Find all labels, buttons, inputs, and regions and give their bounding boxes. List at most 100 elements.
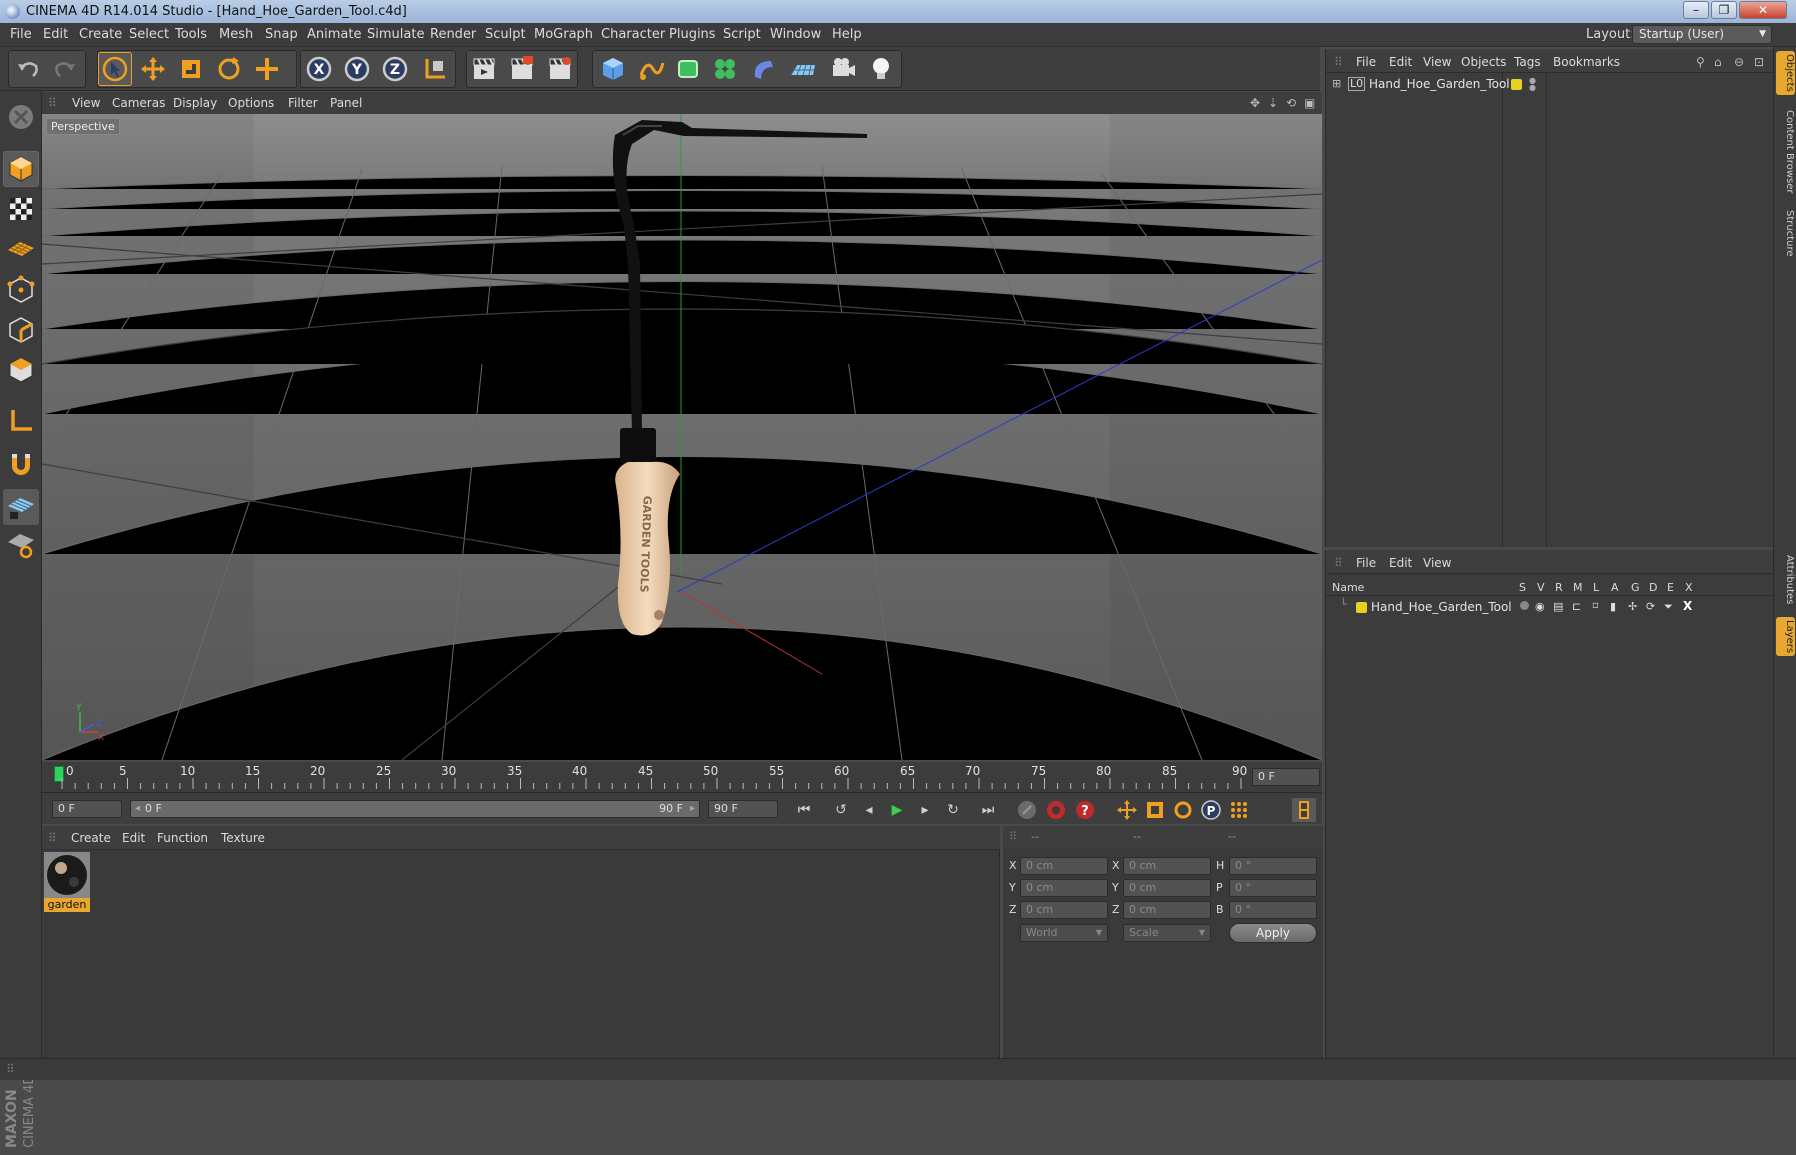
viewport-move-icon[interactable]: ✥: [1250, 96, 1260, 110]
menu-mograph[interactable]: MoGraph: [534, 27, 593, 42]
keyframe-selection-button[interactable]: ?: [1073, 798, 1097, 822]
snap-button[interactable]: [3, 447, 39, 483]
preview-range-slider[interactable]: ◂ 0 F 90 F ▸: [130, 800, 700, 818]
workplane-mode-button[interactable]: [3, 231, 39, 267]
menu-edit[interactable]: Edit: [43, 27, 68, 42]
viewport-menu-options[interactable]: Options: [228, 96, 274, 110]
xref-x-icon[interactable]: X: [1683, 599, 1692, 613]
deformer-icon[interactable]: ⟳: [1646, 600, 1655, 613]
material-menu-function[interactable]: Function: [157, 831, 208, 845]
nurbs-button[interactable]: [671, 52, 705, 86]
render-view-button[interactable]: [467, 52, 501, 86]
menu-sculpt[interactable]: Sculpt: [485, 27, 526, 42]
light-button[interactable]: [864, 52, 898, 86]
start-frame-field[interactable]: 0 F: [52, 800, 122, 818]
object-row[interactable]: ⊞ L0 Hand_Hoe_Garden_Tool ● ●: [1326, 76, 1774, 94]
collapse-icon[interactable]: ⊖: [1734, 55, 1744, 69]
menu-script[interactable]: Script: [723, 27, 761, 42]
viewport-maximize-icon[interactable]: ▣: [1304, 96, 1315, 110]
size-x-field[interactable]: 0 cm: [1123, 857, 1211, 875]
object-menu-bookmarks[interactable]: Bookmarks: [1553, 55, 1620, 69]
live-selection-button[interactable]: [98, 52, 132, 86]
rotate-button[interactable]: [212, 52, 246, 86]
material-menu-texture[interactable]: Texture: [221, 831, 265, 845]
tab-attributes[interactable]: Attributes: [1776, 552, 1795, 607]
menu-select[interactable]: Select: [129, 27, 169, 42]
expand-plus-icon[interactable]: ⊞: [1332, 77, 1341, 90]
new-view-icon[interactable]: ⊡: [1754, 55, 1764, 69]
timeline-ruler[interactable]: 0 5 10 15 20 25 30 35 40 45 50 55 60 65 …: [42, 762, 1322, 792]
x-axis-lock-button[interactable]: X: [302, 52, 336, 86]
viewport-rotate-icon[interactable]: ⟲: [1286, 96, 1296, 110]
menu-snap[interactable]: Snap: [265, 27, 298, 42]
menu-render[interactable]: Render: [430, 27, 476, 42]
key-scale-button[interactable]: [1143, 798, 1167, 822]
end-frame-field[interactable]: 90 F: [708, 800, 778, 818]
tab-objects[interactable]: Objects: [1776, 51, 1795, 95]
menu-window[interactable]: Window: [770, 27, 821, 42]
scale-button[interactable]: [174, 52, 208, 86]
texture-mode-button[interactable]: [3, 191, 39, 227]
close-button[interactable]: ✕: [1739, 1, 1787, 19]
material-swatch[interactable]: garden: [44, 852, 90, 914]
locked-workplane-button[interactable]: [3, 527, 39, 563]
key-rotation-button[interactable]: [1171, 798, 1195, 822]
generator-icon[interactable]: ✢: [1628, 600, 1637, 613]
animation-film-icon[interactable]: ▮: [1610, 600, 1616, 613]
axis-mode-button[interactable]: [3, 403, 39, 439]
render-clapboard-icon[interactable]: ▤: [1553, 600, 1563, 613]
object-menu-edit[interactable]: Edit: [1389, 55, 1412, 69]
layer-color-swatch[interactable]: [1511, 79, 1522, 90]
object-name[interactable]: Hand_Hoe_Garden_Tool: [1369, 77, 1510, 91]
layer-name[interactable]: Hand_Hoe_Garden_Tool: [1371, 600, 1512, 614]
menu-mesh[interactable]: Mesh: [219, 27, 253, 42]
solo-toggle-icon[interactable]: [1520, 601, 1529, 610]
coordinate-space-select[interactable]: World ▼: [1020, 924, 1108, 942]
viewport-zoom-icon[interactable]: ⇣: [1268, 96, 1278, 110]
spline-button[interactable]: [634, 52, 668, 86]
manager-tree-icon[interactable]: ⊏: [1572, 600, 1581, 613]
recent-tool-button[interactable]: [250, 52, 284, 86]
layer-menu-view[interactable]: View: [1423, 556, 1451, 570]
menu-tools[interactable]: Tools: [175, 27, 207, 42]
play-button[interactable]: ▶: [885, 798, 909, 822]
z-axis-lock-button[interactable]: Z: [378, 52, 412, 86]
key-pla-button[interactable]: [1227, 798, 1251, 822]
camera-button[interactable]: [826, 52, 860, 86]
array-button[interactable]: [708, 52, 742, 86]
layer-menu-file[interactable]: File: [1356, 556, 1376, 570]
key-parameter-button[interactable]: P: [1199, 798, 1223, 822]
viewport-menu-display[interactable]: Display: [173, 96, 217, 110]
pos-y-field[interactable]: 0 cm: [1020, 879, 1108, 897]
floor-button[interactable]: [786, 52, 820, 86]
model-mode-button[interactable]: [3, 151, 39, 187]
tab-structure[interactable]: Structure: [1776, 207, 1795, 260]
undo-button[interactable]: [11, 52, 45, 86]
layer-color-swatch[interactable]: [1356, 602, 1367, 613]
timeline-layout-button[interactable]: [1292, 798, 1316, 822]
viewport-menu-view[interactable]: View: [72, 96, 100, 110]
object-menu-file[interactable]: File: [1356, 55, 1376, 69]
tab-layers[interactable]: Layers: [1776, 617, 1795, 657]
menu-animate[interactable]: Animate: [307, 27, 361, 42]
rot-p-field[interactable]: 0 °: [1229, 879, 1317, 897]
redo-button[interactable]: [48, 52, 82, 86]
deformer-button[interactable]: [746, 52, 780, 86]
edges-mode-button[interactable]: [3, 311, 39, 347]
render-to-picture-viewer-button[interactable]: [505, 52, 539, 86]
menu-character[interactable]: Character: [601, 27, 665, 42]
make-editable-button[interactable]: [3, 99, 39, 135]
search-icon[interactable]: ⚲: [1696, 55, 1705, 69]
key-position-button[interactable]: [1115, 798, 1139, 822]
rot-b-field[interactable]: 0 °: [1229, 901, 1317, 919]
menu-plugins[interactable]: Plugins: [669, 27, 716, 42]
menu-help[interactable]: Help: [832, 27, 862, 42]
viewport-menu-panel[interactable]: Panel: [330, 96, 362, 110]
move-button[interactable]: [136, 52, 170, 86]
object-menu-objects[interactable]: Objects: [1461, 55, 1506, 69]
size-y-field[interactable]: 0 cm: [1123, 879, 1211, 897]
viewport-menu-filter[interactable]: Filter: [288, 96, 318, 110]
viewport-menu-cameras[interactable]: Cameras: [112, 96, 165, 110]
menu-simulate[interactable]: Simulate: [367, 27, 424, 42]
visibility-dots-icon[interactable]: ● ●: [1529, 77, 1536, 92]
